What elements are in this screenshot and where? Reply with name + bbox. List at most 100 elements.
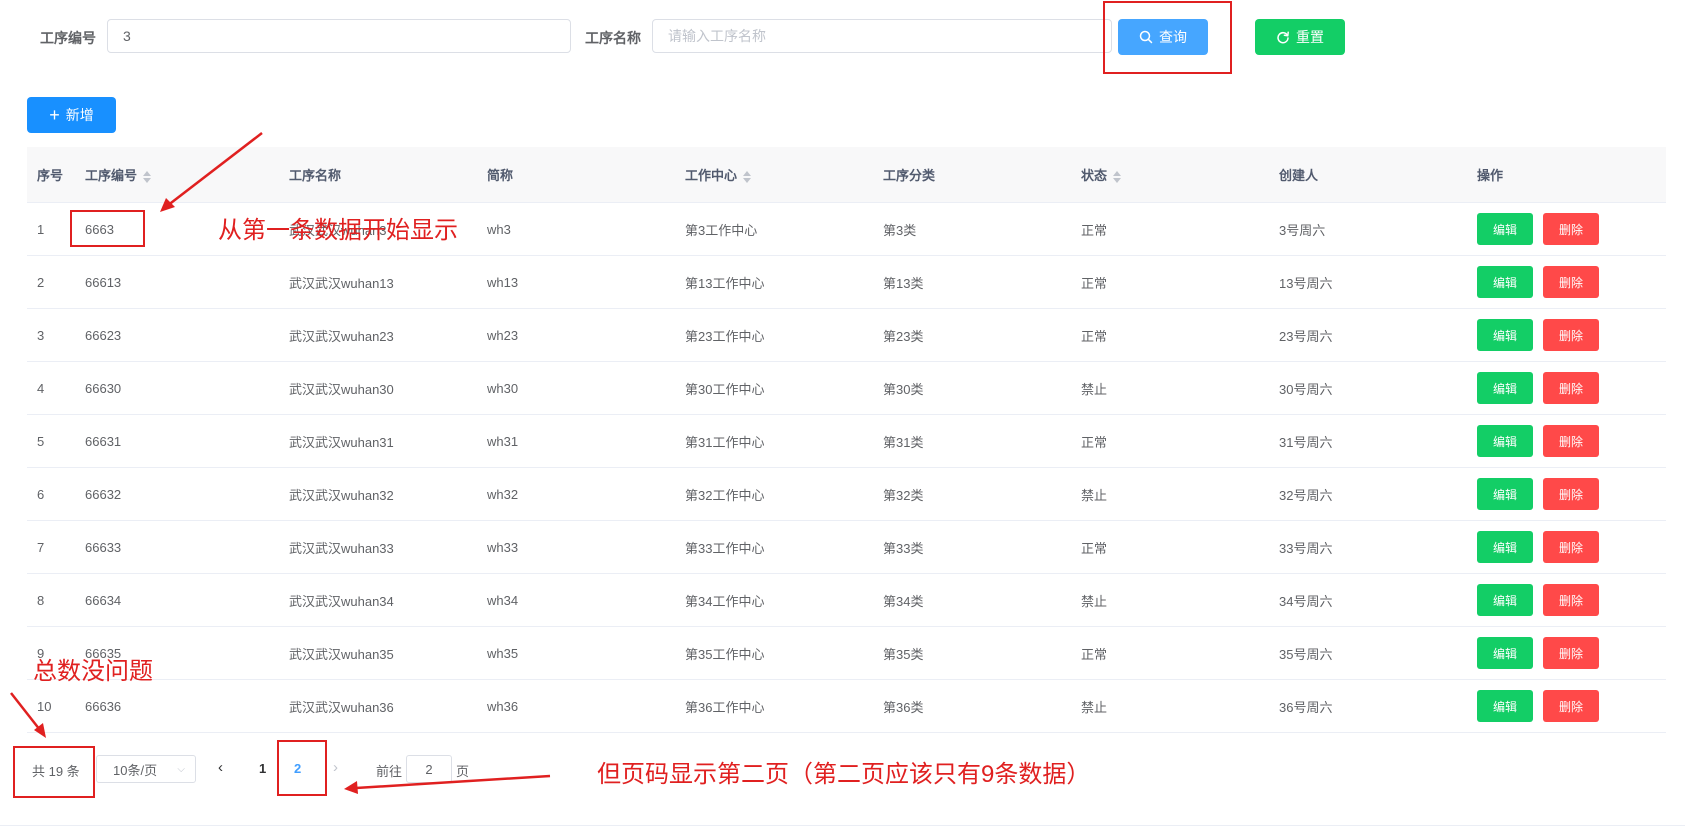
cell-actions: 编辑 删除	[1467, 584, 1666, 616]
edit-button[interactable]: 编辑	[1477, 319, 1533, 351]
next-page-icon[interactable]: ›	[333, 759, 338, 776]
total-note: 总数没问题	[33, 658, 153, 685]
cell-creator: 33号周六	[1279, 540, 1333, 556]
cell-center: 第32工作中心	[685, 487, 765, 503]
cell-name: 武汉武汉wuhan36	[289, 699, 394, 715]
delete-button[interactable]: 删除	[1543, 531, 1599, 563]
table-row: 10 66636 武汉武汉wuhan36 wh36 第36工作中心 第36类 禁止 36号周六…	[27, 680, 1666, 733]
page-size-select[interactable]: 10条/页 ⌵	[96, 755, 196, 783]
cell-idx: 7	[37, 539, 45, 555]
cell-code: 66636	[85, 698, 122, 714]
cell-idx: 6	[37, 486, 45, 502]
page-1[interactable]: 1	[259, 761, 266, 776]
cell-status: 正常	[1081, 275, 1108, 291]
sort-icon[interactable]	[743, 170, 752, 183]
name-input[interactable]	[652, 19, 1112, 53]
table-body: 1 6663 武汉武汉wuhan3 wh3 第3工作中心 第3类 正常 3号周六 编辑 删除 2 66…	[27, 203, 1666, 733]
edit-button[interactable]: 编辑	[1477, 266, 1533, 298]
cell-code: 66613	[85, 274, 122, 290]
header-category: 工序分类	[883, 168, 936, 183]
cell-center: 第23工作中心	[685, 328, 765, 344]
cell-center: 第30工作中心	[685, 381, 765, 397]
sort-icon[interactable]	[143, 170, 152, 183]
cell-status: 禁止	[1081, 593, 1108, 609]
header-center[interactable]: 工作中心	[675, 165, 873, 184]
header-name: 工序名称	[289, 168, 342, 183]
name-label: 工序名称	[585, 30, 641, 46]
cell-short: wh13	[487, 274, 519, 290]
edit-button[interactable]: 编辑	[1477, 372, 1533, 404]
table-row: 3 66623 武汉武汉wuhan23 wh23 第23工作中心 第23类 正常 23号周六 编…	[27, 309, 1666, 362]
cell-actions: 编辑 删除	[1467, 213, 1666, 245]
cell-status: 禁止	[1081, 699, 1108, 715]
code-input[interactable]	[107, 19, 571, 53]
delete-button[interactable]: 删除	[1543, 266, 1599, 298]
cell-creator: 13号周六	[1279, 275, 1333, 291]
cell-status: 正常	[1081, 222, 1108, 238]
cell-creator: 23号周六	[1279, 328, 1333, 344]
cell-short: wh33	[487, 539, 519, 555]
cell-actions: 编辑 删除	[1467, 637, 1666, 669]
page-size-value: 10条/页	[113, 762, 158, 778]
cell-name: 武汉武汉wuhan30	[289, 381, 394, 397]
cell-code: 66632	[85, 486, 122, 502]
cell-status: 正常	[1081, 540, 1108, 556]
cell-short: wh36	[487, 698, 519, 714]
cell-actions: 编辑 删除	[1467, 266, 1666, 298]
cell-category: 第3类	[883, 222, 917, 238]
cell-name: 武汉武汉wuhan31	[289, 434, 394, 450]
table-row: 4 66630 武汉武汉wuhan30 wh30 第30工作中心 第30类 禁止 30号周六 编…	[27, 362, 1666, 415]
cell-actions: 编辑 删除	[1467, 425, 1666, 457]
reset-button[interactable]: 重置	[1255, 19, 1345, 55]
cell-short: wh32	[487, 486, 519, 502]
edit-button[interactable]: 编辑	[1477, 690, 1533, 722]
cell-status: 禁止	[1081, 487, 1108, 503]
table-row: 6 66632 武汉武汉wuhan32 wh32 第32工作中心 第32类 禁止 32号周六 编…	[27, 468, 1666, 521]
edit-button[interactable]: 编辑	[1477, 425, 1533, 457]
delete-button[interactable]: 删除	[1543, 478, 1599, 510]
edit-button[interactable]: 编辑	[1477, 213, 1533, 245]
delete-button[interactable]: 删除	[1543, 637, 1599, 669]
edit-button[interactable]: 编辑	[1477, 584, 1533, 616]
sort-icon[interactable]	[1113, 170, 1122, 183]
cell-actions: 编辑 删除	[1467, 319, 1666, 351]
table-row: 9 66635 武汉武汉wuhan35 wh35 第35工作中心 第35类 正常 35号周六编…	[27, 627, 1666, 680]
header-actions: 操作	[1477, 168, 1504, 183]
delete-button[interactable]: 删除	[1543, 690, 1599, 722]
page-2[interactable]: 2	[294, 761, 301, 776]
cell-name: 武汉武汉wuhan32	[289, 487, 394, 503]
cell-creator: 3号周六	[1279, 222, 1326, 238]
delete-button[interactable]: 删除	[1543, 372, 1599, 404]
edit-button[interactable]: 编辑	[1477, 531, 1533, 563]
cell-status: 禁止	[1081, 381, 1108, 397]
cell-name: 武汉武汉wuhan33	[289, 540, 394, 556]
delete-button[interactable]: 删除	[1543, 425, 1599, 457]
edit-button[interactable]: 编辑	[1477, 637, 1533, 669]
add-button[interactable]: + 新增	[27, 97, 116, 133]
delete-button[interactable]: 删除	[1543, 213, 1599, 245]
cell-center: 第13工作中心	[685, 275, 765, 291]
cell-actions: 编辑 删除	[1467, 531, 1666, 563]
cell-name: 武汉武汉wuhan13	[289, 275, 394, 291]
cell-idx: 2	[37, 274, 45, 290]
page-note: 但页码显示第二页（第二页应该只有9条数据）	[597, 761, 1091, 788]
cell-short: wh35	[487, 645, 519, 661]
cell-creator: 31号周六	[1279, 434, 1333, 450]
cell-status: 正常	[1081, 646, 1108, 662]
prev-page-icon[interactable]: ‹	[218, 759, 223, 776]
cell-actions: 编辑 删除	[1467, 478, 1666, 510]
cell-code: 66634	[85, 592, 122, 608]
edit-button[interactable]: 编辑	[1477, 478, 1533, 510]
cell-center: 第33工作中心	[685, 540, 765, 556]
header-status[interactable]: 状态	[1071, 165, 1269, 184]
cell-creator: 30号周六	[1279, 381, 1333, 397]
cell-code: 66633	[85, 539, 122, 555]
arrow-to-first-row	[160, 132, 263, 212]
first-code-highlight-box	[70, 210, 145, 247]
cell-actions: 编辑 删除	[1467, 690, 1666, 722]
delete-button[interactable]: 删除	[1543, 584, 1599, 616]
cell-creator: 32号周六	[1279, 487, 1333, 503]
cell-short: wh23	[487, 327, 519, 343]
cell-status: 正常	[1081, 328, 1108, 344]
delete-button[interactable]: 删除	[1543, 319, 1599, 351]
